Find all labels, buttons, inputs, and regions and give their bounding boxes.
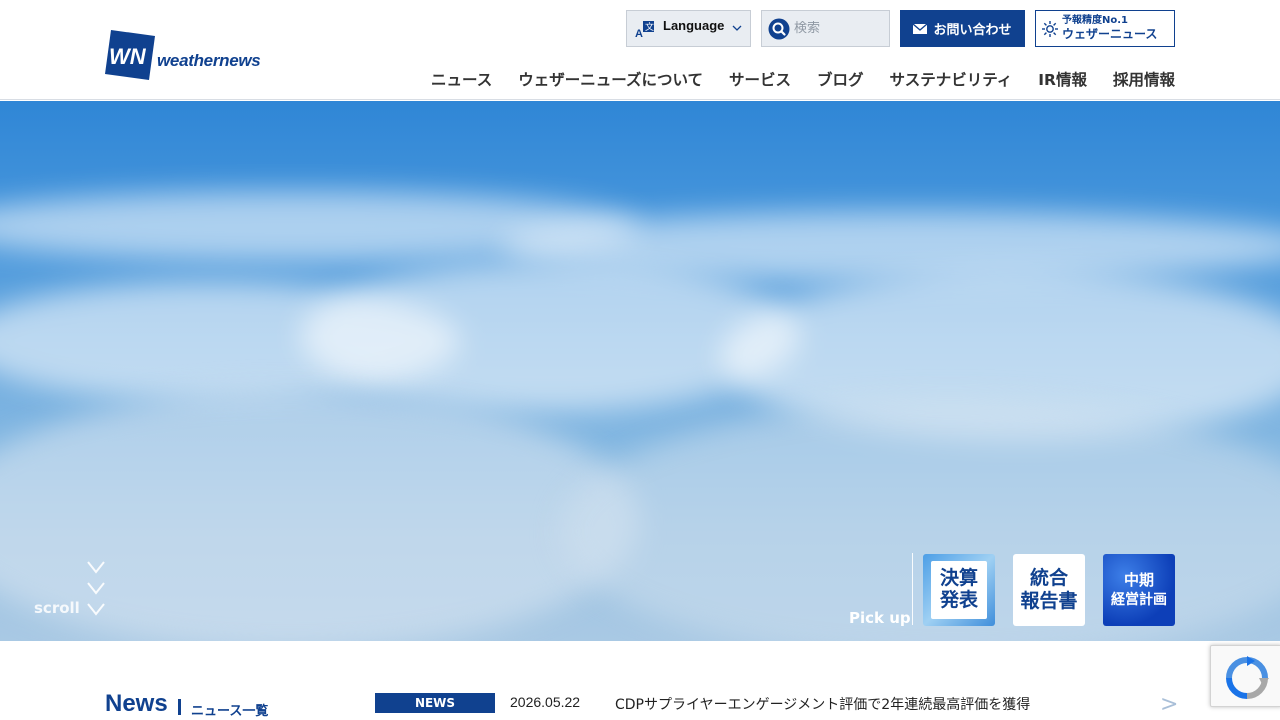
news-next-button[interactable]: > — [1160, 692, 1178, 717]
pickup-divider — [912, 553, 913, 625]
pickup-label: Pick up — [849, 609, 911, 627]
recaptcha-icon — [1226, 656, 1269, 699]
nav-item-blog[interactable]: ブログ — [817, 68, 864, 90]
news-section-title: News — [105, 690, 168, 717]
badge-accuracy-label: 予報精度No.1 — [1062, 14, 1128, 26]
search-input[interactable] — [794, 21, 884, 36]
news-list-link[interactable]: ニュース一覧 — [191, 700, 268, 719]
sun-icon — [1042, 20, 1058, 37]
svg-text:文: 文 — [645, 21, 654, 33]
badge-text: 予報精度No.1 ウェザーニュース — [1062, 14, 1158, 42]
site-header: WN weathernews A 文 Language お問い合わせ — [0, 0, 1280, 100]
news-title-divider — [178, 699, 181, 715]
tile-label: 決算 — [939, 567, 978, 590]
pickup-tile-integrated-report[interactable]: 統合 報告書 — [1013, 554, 1085, 626]
tile-label: 発表 — [939, 589, 978, 611]
news-category-badge: NEWS — [375, 693, 495, 713]
nav-item-news[interactable]: ニュース — [431, 68, 492, 90]
tile-inner: 決算 発表 — [931, 561, 987, 619]
hero-banner: scroll Pick up 決算 発表 統合 報告書 中期 経営計画 — [0, 101, 1280, 641]
nav-item-ir[interactable]: IR情報 — [1038, 68, 1087, 90]
pickup-tile-earnings[interactable]: 決算 発表 — [923, 554, 995, 626]
search-icon[interactable] — [768, 18, 790, 40]
wn-logo-icon: WN — [105, 30, 155, 80]
pickup-tile-midterm-plan[interactable]: 中期 経営計画 — [1103, 554, 1175, 626]
weathernews-app-link[interactable]: 予報精度No.1 ウェザーニュース — [1035, 10, 1175, 47]
news-date: 2026.05.22 — [510, 694, 581, 710]
main-nav: ニュース ウェザーニューズについて サービス ブログ サステナビリティ IR情報… — [405, 68, 1175, 90]
tile-label: 統合 — [1029, 567, 1068, 590]
recaptcha-badge[interactable] — [1210, 645, 1280, 707]
badge-brand-label: ウェザーニュース — [1062, 27, 1158, 42]
news-headline-link[interactable]: CDPサプライヤーエンゲージメント評価で2年連続最高評価を獲得 — [615, 694, 1030, 714]
site-logo[interactable]: WN weathernews — [105, 30, 261, 80]
nav-item-services[interactable]: サービス — [729, 68, 791, 90]
scroll-label: scroll — [34, 599, 80, 617]
svg-text:A: A — [635, 28, 643, 39]
nav-item-careers[interactable]: 採用情報 — [1113, 68, 1175, 90]
mail-icon — [913, 23, 928, 34]
cloud — [300, 261, 800, 411]
tile-label: 報告書 — [1020, 590, 1078, 612]
nav-item-sustainability[interactable]: サステナビリティ — [890, 68, 1013, 90]
search-box[interactable] — [761, 10, 890, 47]
tile-label: 経営計画 — [1111, 591, 1167, 608]
contact-label: お問い合わせ — [933, 23, 1012, 38]
language-selector[interactable]: A 文 Language — [626, 10, 751, 47]
logo-wordmark: weathernews — [157, 51, 261, 70]
svg-text:WN: WN — [109, 44, 147, 69]
chevron-down-icon — [732, 25, 742, 31]
language-label: Language — [663, 18, 725, 33]
scroll-down-icon[interactable] — [86, 559, 106, 619]
language-icon: A 文 — [635, 20, 654, 39]
nav-item-about[interactable]: ウェザーニューズについて — [518, 68, 703, 90]
contact-button[interactable]: お問い合わせ — [900, 10, 1025, 47]
tile-label: 中期 — [1123, 571, 1154, 590]
